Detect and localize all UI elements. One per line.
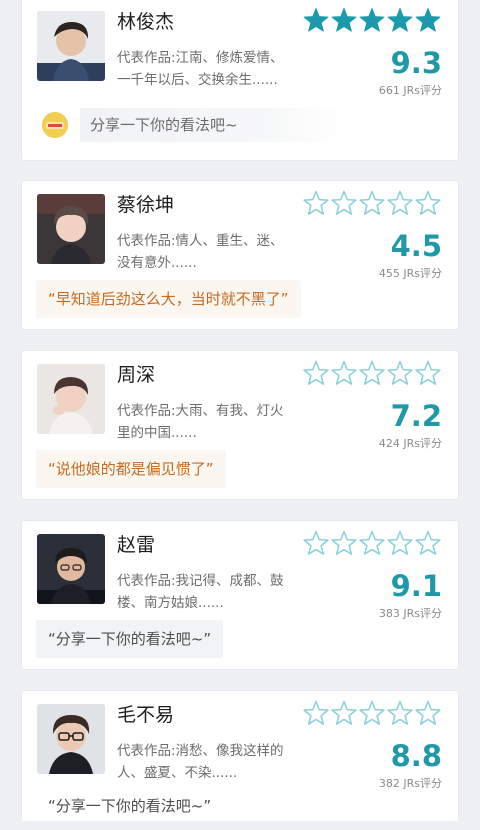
- average-score: 4.5: [390, 229, 442, 263]
- star-rating-svg[interactable]: [302, 190, 442, 218]
- star-filled-icon[interactable]: [387, 8, 413, 32]
- star-rating-svg[interactable]: [302, 7, 442, 35]
- top-comment[interactable]: “分享一下你的看法吧~”: [36, 791, 224, 821]
- singer-card-1[interactable]: 林俊杰 代表作品:江南、修炼爱情、 一千年以后、交换余生...... 9.3 6…: [22, 0, 458, 160]
- avatar[interactable]: [37, 11, 105, 81]
- star-rating-svg[interactable]: [302, 360, 442, 388]
- share-opinion-row[interactable]: 分享一下你的看法吧~: [36, 106, 444, 146]
- star-outline-icon[interactable]: [359, 530, 385, 555]
- rating-count: 661 JRs评分: [378, 84, 442, 97]
- person-photo-icon: [37, 194, 105, 264]
- works-line: 人、盛夏、不染......: [117, 765, 238, 781]
- singer-card-4[interactable]: 赵雷 代表作品:我记得、成都、鼓 楼、南方姑娘...... 9.1 383 JR…: [22, 521, 458, 669]
- singer-card-2[interactable]: 蔡徐坤 代表作品:情人、重生、迷、 没有意外...... 4.5 455 JRs…: [22, 181, 458, 329]
- average-score: 9.1: [390, 569, 442, 603]
- star-outline-icon[interactable]: [387, 530, 413, 555]
- avatar[interactable]: [37, 704, 105, 774]
- works-line: 代表作品:消愁、像我这样的: [117, 743, 284, 759]
- star-filled-icon[interactable]: [359, 8, 385, 32]
- person-photo-icon: [37, 534, 105, 604]
- top-comment[interactable]: “分享一下你的看法吧~”: [36, 620, 224, 658]
- person-photo-icon: [37, 704, 105, 774]
- average-score: 9.3: [390, 46, 442, 80]
- avatar[interactable]: [37, 534, 105, 604]
- star-rating-svg[interactable]: [302, 700, 442, 728]
- star-outline-icon[interactable]: [415, 530, 441, 555]
- star-outline-icon[interactable]: [331, 700, 357, 725]
- rating-count: 455 JRs评分: [378, 267, 442, 280]
- works-line: 代表作品:江南、修炼爱情、: [117, 50, 284, 66]
- star-outline-icon[interactable]: [387, 360, 413, 385]
- rating-count: 424 JRs评分: [378, 437, 442, 450]
- person-photo-icon: [37, 364, 105, 434]
- rating-count: 383 JRs评分: [378, 607, 442, 620]
- star-outline-icon[interactable]: [303, 530, 329, 555]
- person-photo-icon: [37, 11, 105, 81]
- star-outline-icon[interactable]: [331, 360, 357, 385]
- rating-count: 382 JRs评分: [378, 777, 442, 790]
- star-outline-icon[interactable]: [303, 190, 329, 215]
- star-outline-icon[interactable]: [331, 530, 357, 555]
- star-outline-icon[interactable]: [303, 360, 329, 385]
- singer-name: 蔡徐坤: [117, 194, 175, 216]
- share-opinion-input[interactable]: 分享一下你的看法吧~: [80, 108, 345, 142]
- singer-rating-list: 林俊杰 代表作品:江南、修炼爱情、 一千年以后、交换余生...... 9.3 6…: [0, 0, 480, 830]
- star-outline-icon[interactable]: [359, 190, 385, 215]
- works-line: 代表作品:大雨、有我、灯火: [117, 403, 284, 419]
- star-outline-icon[interactable]: [415, 700, 441, 725]
- works-line: 楼、南方姑娘......: [117, 595, 224, 611]
- star-filled-icon[interactable]: [303, 8, 329, 32]
- representative-works: 代表作品:情人、重生、迷、 没有意外......: [117, 230, 307, 274]
- star-outline-icon[interactable]: [331, 190, 357, 215]
- star-outline-icon[interactable]: [359, 360, 385, 385]
- average-score: 7.2: [390, 399, 442, 433]
- star-rating[interactable]: [302, 700, 442, 728]
- star-outline-icon[interactable]: [303, 700, 329, 725]
- representative-works: 代表作品:消愁、像我这样的 人、盛夏、不染......: [117, 740, 307, 784]
- works-line: 一千年以后、交换余生......: [117, 72, 278, 88]
- singer-card-3[interactable]: 周深 代表作品:大雨、有我、灯火 里的中国...... 7.2 424 JRs评…: [22, 351, 458, 499]
- singer-name: 周深: [117, 364, 156, 386]
- works-line: 代表作品:我记得、成都、鼓: [117, 573, 284, 589]
- singer-name: 林俊杰: [117, 11, 175, 33]
- singer-name: 赵雷: [117, 534, 156, 556]
- star-rating[interactable]: [302, 360, 442, 388]
- singer-card-5[interactable]: 毛不易 代表作品:消愁、像我这样的 人、盛夏、不染...... 8.8 382 …: [22, 691, 458, 830]
- top-comment[interactable]: “早知道后劲这么大，当时就不黑了”: [36, 280, 301, 318]
- star-filled-icon[interactable]: [331, 8, 357, 32]
- star-filled-icon[interactable]: [415, 8, 441, 32]
- star-outline-icon[interactable]: [387, 700, 413, 725]
- star-outline-icon[interactable]: [415, 360, 441, 385]
- avatar[interactable]: [37, 364, 105, 434]
- star-outline-icon[interactable]: [359, 700, 385, 725]
- works-line: 里的中国......: [117, 425, 197, 441]
- star-outline-icon[interactable]: [415, 190, 441, 215]
- avatar[interactable]: [37, 194, 105, 264]
- star-rating[interactable]: [302, 7, 442, 35]
- top-comment[interactable]: “说他娘的都是偏见惯了”: [36, 450, 226, 488]
- representative-works: 代表作品:大雨、有我、灯火 里的中国......: [117, 400, 307, 444]
- works-line: 代表作品:情人、重生、迷、: [117, 233, 284, 249]
- list-bottom-edge: [0, 821, 480, 830]
- representative-works: 代表作品:我记得、成都、鼓 楼、南方姑娘......: [117, 570, 307, 614]
- star-rating[interactable]: [302, 190, 442, 218]
- average-score: 8.8: [390, 739, 442, 773]
- star-rating-svg[interactable]: [302, 530, 442, 558]
- star-outline-icon[interactable]: [387, 190, 413, 215]
- representative-works: 代表作品:江南、修炼爱情、 一千年以后、交换余生......: [117, 47, 307, 91]
- star-rating[interactable]: [302, 530, 442, 558]
- works-line: 没有意外......: [117, 255, 197, 271]
- app-logo-icon: [42, 112, 68, 138]
- singer-name: 毛不易: [117, 704, 175, 726]
